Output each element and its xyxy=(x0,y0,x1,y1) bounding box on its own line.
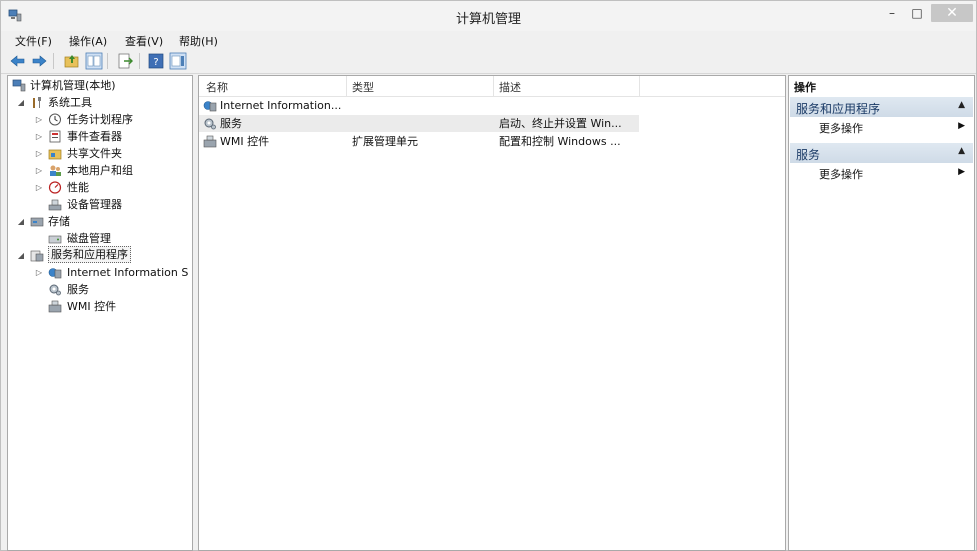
tree-label: 共享文件夹 xyxy=(67,147,122,160)
expand-triangle-icon[interactable]: ▷ xyxy=(34,128,44,145)
title-bar[interactable]: 计算机管理 – □ ✕ xyxy=(1,1,976,31)
more-actions-label: 更多操作 xyxy=(819,168,863,181)
wmi-control-icon xyxy=(203,135,217,148)
submenu-arrow-icon: ▶ xyxy=(958,121,965,131)
expand-triangle-icon[interactable]: ▷ xyxy=(34,111,44,128)
collapse-triangle-icon[interactable]: ◢ xyxy=(16,247,26,264)
close-button[interactable]: ✕ xyxy=(931,4,973,22)
menu-bar: 文件(F) 操作(A) 查看(V) 帮助(H) xyxy=(1,31,976,49)
event-viewer-icon xyxy=(49,130,61,143)
disk-icon xyxy=(48,235,62,244)
clock-icon xyxy=(49,113,61,126)
column-divider[interactable] xyxy=(346,76,347,96)
tree-label: 服务和应用程序 xyxy=(48,246,131,263)
expand-triangle-icon[interactable]: ▷ xyxy=(34,145,44,162)
window-title: 计算机管理 xyxy=(455,12,521,27)
tree-label: 性能 xyxy=(67,181,89,194)
action-section-header-services-apps[interactable]: 服务和应用程序 ▲ xyxy=(790,97,973,117)
expand-triangle-icon[interactable]: ▷ xyxy=(34,264,44,281)
more-actions-label: 更多操作 xyxy=(819,122,863,135)
tree-label: 事件查看器 xyxy=(67,130,122,143)
tree-label: 服务 xyxy=(67,283,89,296)
collapse-up-icon[interactable]: ▲ xyxy=(958,100,965,110)
navigation-tree: 计算机管理(本地) ◢ 系统工具 ▷ 任务计划程序 ▷ 事件查看器 ▷ 共享文件… xyxy=(7,75,193,551)
toolbar: ? xyxy=(1,49,976,74)
actions-title: 操作 xyxy=(794,81,816,94)
item-description: 配置和控制 Windows ... xyxy=(499,135,621,148)
section-label: 服务和应用程序 xyxy=(796,102,881,116)
computer-management-window: 计算机管理 – □ ✕ 文件(F) 操作(A) 查看(V) 帮助(H) ? 计算… xyxy=(0,0,977,551)
storage-icon xyxy=(30,217,44,227)
iis-icon xyxy=(203,101,217,112)
column-name[interactable]: 名称 xyxy=(206,79,228,95)
menu-view[interactable]: 查看(V) xyxy=(125,33,163,49)
column-divider[interactable] xyxy=(493,76,494,96)
forward-icon[interactable] xyxy=(30,52,48,70)
show-hide-tree-icon[interactable] xyxy=(85,52,103,70)
computer-management-icon xyxy=(12,79,26,92)
tree-label: Internet Information S xyxy=(67,266,189,279)
item-name: WMI 控件 xyxy=(220,135,270,148)
section-label: 服务 xyxy=(796,148,821,162)
action-more-actions[interactable]: 更多操作 ▶ xyxy=(789,164,974,182)
collapse-up-icon[interactable]: ▲ xyxy=(958,146,965,156)
back-icon[interactable] xyxy=(9,52,27,70)
tree-label: 设备管理器 xyxy=(67,198,122,211)
help-icon[interactable]: ? xyxy=(147,52,165,70)
tree-label: 磁盘管理 xyxy=(67,232,111,245)
iis-icon xyxy=(48,268,62,279)
menu-action[interactable]: 操作(A) xyxy=(69,33,107,49)
services-gear-icon xyxy=(49,284,61,296)
column-type[interactable]: 类型 xyxy=(352,79,374,95)
toolbar-separator xyxy=(107,53,108,69)
services-gear-icon xyxy=(204,118,216,130)
action-more-actions[interactable]: 更多操作 ▶ xyxy=(789,118,974,136)
list-item[interactable]: WMI 控件 扩展管理单元 配置和控制 Windows ... xyxy=(199,133,639,150)
tree-label: 任务计划程序 xyxy=(67,113,133,126)
list-item[interactable]: Internet Information... xyxy=(199,97,639,114)
item-type: 扩展管理单元 xyxy=(352,135,418,148)
action-section-header-services[interactable]: 服务 ▲ xyxy=(790,143,973,163)
item-name: Internet Information... xyxy=(220,99,342,112)
maximize-button[interactable]: □ xyxy=(906,4,928,22)
up-folder-icon[interactable] xyxy=(63,52,81,70)
tree-label: 存储 xyxy=(48,215,70,228)
wmi-control-icon xyxy=(48,300,62,313)
tools-icon xyxy=(33,97,41,108)
tree-label: 计算机管理(本地) xyxy=(30,79,116,92)
minimize-button[interactable]: – xyxy=(881,4,903,22)
tree-label: 系统工具 xyxy=(48,96,92,109)
shared-folder-icon xyxy=(48,149,62,160)
list-header: 名称 类型 描述 xyxy=(199,76,785,97)
users-icon xyxy=(50,165,61,176)
item-description: 启动、终止并设置 Win... xyxy=(499,117,622,130)
menu-help[interactable]: 帮助(H) xyxy=(179,33,218,49)
collapse-triangle-icon[interactable]: ◢ xyxy=(16,213,26,230)
expand-triangle-icon[interactable]: ▷ xyxy=(34,162,44,179)
submenu-arrow-icon: ▶ xyxy=(958,167,965,177)
list-item[interactable]: 服务 启动、终止并设置 Win... xyxy=(199,115,639,132)
toolbar-separator xyxy=(53,53,54,69)
menu-file[interactable]: 文件(F) xyxy=(15,33,52,49)
column-divider[interactable] xyxy=(639,76,640,96)
services-apps-icon xyxy=(30,250,44,262)
device-manager-icon xyxy=(48,199,62,211)
show-hide-action-pane-icon[interactable] xyxy=(169,52,187,70)
toolbar-separator xyxy=(139,53,140,69)
content-list: 名称 类型 描述 Internet Information... 服务 启动、终… xyxy=(198,75,786,551)
collapse-triangle-icon[interactable]: ◢ xyxy=(16,94,26,111)
tree-label: WMI 控件 xyxy=(67,300,117,313)
tree-label: 本地用户和组 xyxy=(67,164,133,177)
item-name: 服务 xyxy=(220,117,242,130)
actions-pane: 操作 服务和应用程序 ▲ 更多操作 ▶ 服务 ▲ 更多操作 ▶ xyxy=(788,75,975,551)
column-description[interactable]: 描述 xyxy=(499,79,521,95)
expand-triangle-icon[interactable]: ▷ xyxy=(34,179,44,196)
svg-text:?: ? xyxy=(153,57,158,68)
export-list-icon[interactable] xyxy=(116,52,134,70)
performance-icon xyxy=(48,181,62,194)
